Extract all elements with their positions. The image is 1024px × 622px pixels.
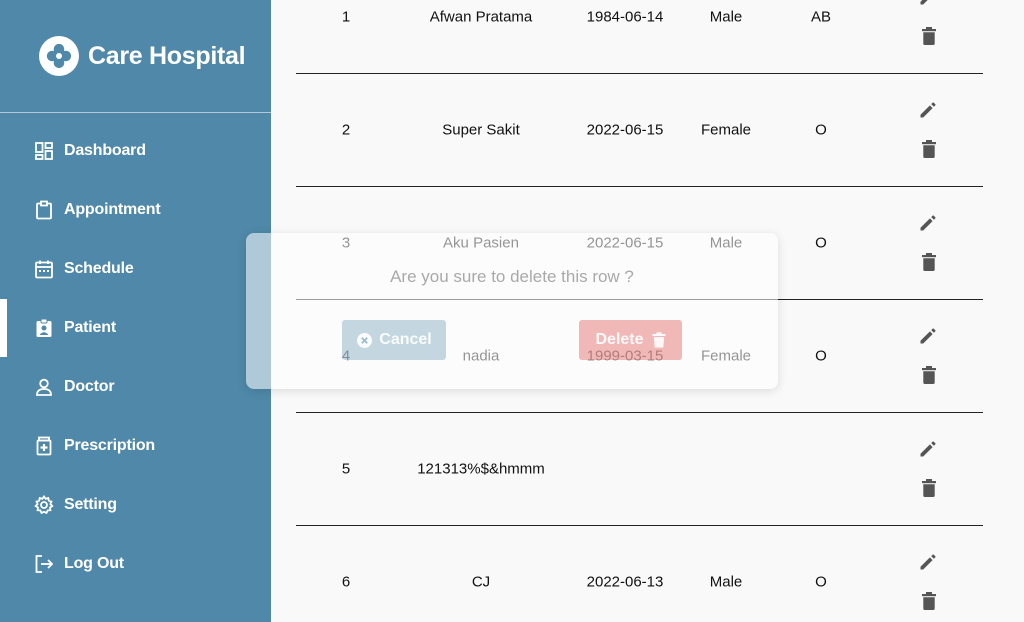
cell-gender: Male bbox=[709, 8, 743, 26]
sidebar-item-doctor[interactable]: Doctor bbox=[0, 358, 271, 416]
delete-button[interactable]: Delete bbox=[579, 320, 682, 360]
cell-no: 1 bbox=[341, 8, 351, 26]
pencil-icon[interactable] bbox=[918, 326, 938, 351]
cancel-label: Cancel bbox=[379, 331, 432, 348]
sidebar-item-label: Dashboard bbox=[64, 142, 146, 159]
cell-name: CJ bbox=[471, 573, 491, 591]
pencil-icon[interactable] bbox=[918, 213, 938, 238]
sidebar: Care Hospital Dashboard Appointment Sche… bbox=[0, 0, 271, 622]
cell-name: Super Sakit bbox=[442, 121, 520, 139]
cell-gender: Male bbox=[709, 573, 743, 591]
cell-gender: Female bbox=[700, 121, 752, 139]
calendar-icon bbox=[34, 259, 54, 279]
dashboard-icon bbox=[34, 141, 54, 161]
row-divider bbox=[296, 73, 983, 74]
sidebar-item-label: Setting bbox=[64, 496, 117, 513]
cell-no: 6 bbox=[341, 573, 351, 591]
trash-icon[interactable] bbox=[921, 252, 937, 277]
logout-icon bbox=[34, 554, 54, 574]
gear-icon bbox=[34, 495, 54, 515]
pencil-icon[interactable] bbox=[918, 552, 938, 577]
cell-blood: O bbox=[815, 234, 827, 252]
cell-dob: 2022-06-13 bbox=[586, 573, 664, 591]
sidebar-item-label: Log Out bbox=[64, 555, 124, 572]
pencil-icon[interactable] bbox=[918, 0, 938, 12]
hospital-logo-icon bbox=[39, 36, 79, 76]
trash-icon[interactable] bbox=[921, 365, 937, 390]
cell-dob: 2022-06-15 bbox=[586, 121, 664, 139]
patient-badge-icon bbox=[34, 318, 54, 338]
cell-blood: O bbox=[815, 573, 827, 591]
sidebar-item-label: Prescription bbox=[64, 437, 155, 454]
clipboard-icon bbox=[34, 200, 54, 220]
sidebar-divider bbox=[0, 112, 271, 113]
sidebar-item-schedule[interactable]: Schedule bbox=[0, 240, 271, 298]
cell-dob: 1984-06-14 bbox=[586, 8, 664, 26]
trash-icon[interactable] bbox=[921, 591, 937, 616]
delete-label: Delete bbox=[595, 331, 644, 348]
cell-no: 5 bbox=[341, 460, 351, 478]
person-icon bbox=[34, 377, 54, 397]
sidebar-item-logout[interactable]: Log Out bbox=[0, 535, 271, 593]
sidebar-item-prescription[interactable]: Prescription bbox=[0, 417, 271, 475]
dialog-message: Are you sure to delete this row ? bbox=[390, 267, 634, 286]
sidebar-item-label: Schedule bbox=[64, 260, 134, 277]
row-divider bbox=[296, 186, 983, 187]
trash-icon[interactable] bbox=[921, 478, 937, 503]
cancel-button[interactable]: Cancel bbox=[342, 320, 446, 360]
trash-icon bbox=[652, 332, 666, 348]
cell-blood: AB bbox=[810, 8, 832, 26]
cell-name: 121313%$&hmmm bbox=[417, 460, 545, 478]
brand[interactable]: Care Hospital bbox=[39, 36, 246, 76]
confirm-delete-dialog: Are you sure to delete this row ? Cancel… bbox=[246, 233, 778, 389]
sidebar-item-label: Doctor bbox=[64, 378, 115, 395]
sidebar-item-label: Appointment bbox=[64, 201, 161, 218]
cell-no: 2 bbox=[341, 121, 351, 139]
trash-icon[interactable] bbox=[921, 139, 937, 164]
close-circle-icon bbox=[356, 332, 373, 349]
pencil-icon[interactable] bbox=[918, 100, 938, 125]
sidebar-item-dashboard[interactable]: Dashboard bbox=[0, 122, 271, 180]
pencil-icon[interactable] bbox=[918, 439, 938, 464]
sidebar-item-appointment[interactable]: Appointment bbox=[0, 181, 271, 239]
sidebar-item-setting[interactable]: Setting bbox=[0, 476, 271, 534]
cell-name: Afwan Pratama bbox=[429, 8, 533, 26]
app-name: Care Hospital bbox=[88, 41, 246, 70]
cell-blood: O bbox=[815, 121, 827, 139]
row-divider bbox=[296, 525, 983, 526]
cell-blood: O bbox=[815, 347, 827, 365]
sidebar-item-label: Patient bbox=[64, 319, 116, 336]
row-divider bbox=[296, 412, 983, 413]
medicine-icon bbox=[34, 436, 54, 456]
trash-icon[interactable] bbox=[921, 26, 937, 51]
sidebar-item-patient[interactable]: Patient bbox=[0, 299, 271, 357]
